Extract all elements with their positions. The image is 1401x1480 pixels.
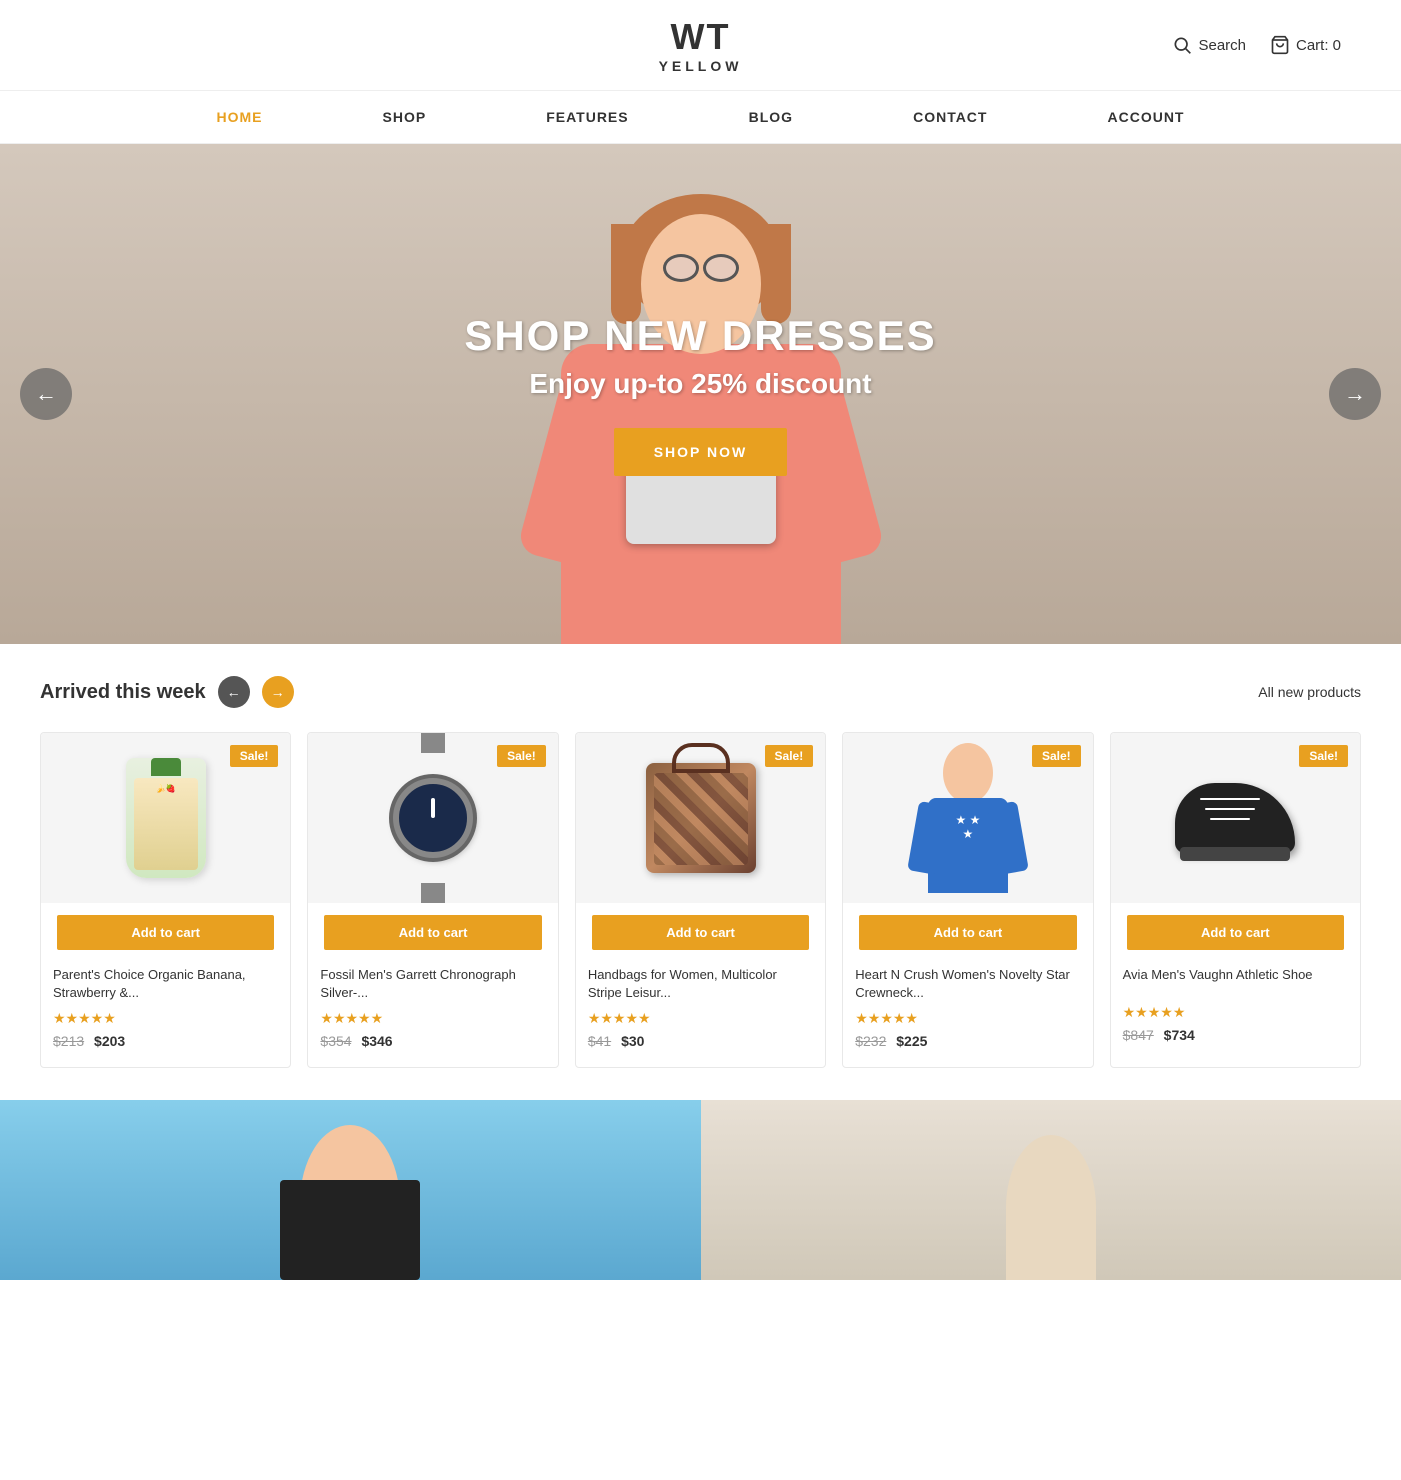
- price-old-2: $354: [320, 1033, 351, 1049]
- price-old-4: $232: [855, 1033, 886, 1049]
- product-card-4: ★ ★★ Sale! Add to cart Heart N Crush Wom…: [842, 732, 1093, 1068]
- product-card-3: Sale! Add to cart Handbags for Women, Mu…: [575, 732, 826, 1068]
- products-grid: 🍌🍓 Sale! Add to cart Parent's Choice Org…: [40, 732, 1361, 1068]
- nav-item-home[interactable]: HOME: [217, 109, 263, 125]
- watch-image: [383, 753, 483, 883]
- product-image-5: Sale!: [1111, 733, 1360, 903]
- banner-left: [0, 1100, 701, 1280]
- food-pouch-image: 🍌🍓: [126, 758, 206, 878]
- cart-icon: [1270, 35, 1290, 55]
- products-section: Arrived this week ← → All new products 🍌…: [0, 644, 1401, 1100]
- search-label: Search: [1198, 37, 1246, 54]
- watch-band-bottom: [421, 883, 445, 903]
- products-scroll-next[interactable]: →: [262, 676, 294, 708]
- product-stars-2: ★★★★★: [308, 1006, 557, 1031]
- nav-item-shop[interactable]: SHOP: [383, 109, 427, 125]
- product-price-2: $354 $346: [308, 1031, 557, 1051]
- logo: WT YELLOW: [659, 16, 743, 74]
- hero-title: SHOP NEW DRESSES: [464, 312, 936, 360]
- product-card-1: 🍌🍓 Sale! Add to cart Parent's Choice Org…: [40, 732, 291, 1068]
- shoe-image: [1175, 783, 1295, 853]
- watch-face: [393, 778, 473, 858]
- price-new-5: $734: [1164, 1027, 1195, 1043]
- price-new-3: $30: [621, 1033, 644, 1049]
- add-to-cart-button-5[interactable]: Add to cart: [1127, 915, 1344, 950]
- nav-item-features[interactable]: FEATURES: [546, 109, 628, 125]
- add-to-cart-button-3[interactable]: Add to cart: [592, 915, 809, 950]
- watch-band-top: [421, 733, 445, 753]
- price-old-5: $847: [1123, 1027, 1154, 1043]
- product-image-3: Sale!: [576, 733, 825, 903]
- main-nav: HOME SHOP FEATURES BLOG CONTACT ACCOUNT: [0, 91, 1401, 144]
- product-image-4: ★ ★★ Sale!: [843, 733, 1092, 903]
- hero-subtitle: Enjoy up-to 25% discount: [464, 368, 936, 400]
- product-stars-5: ★★★★★: [1111, 1000, 1360, 1025]
- add-to-cart-button-2[interactable]: Add to cart: [324, 915, 541, 950]
- products-header: Arrived this week ← → All new products: [40, 676, 1361, 708]
- logo-sub: YELLOW: [659, 58, 743, 74]
- hero-content: SHOP NEW DRESSES Enjoy up-to 25% discoun…: [464, 312, 936, 476]
- all-new-products-link[interactable]: All new products: [1258, 684, 1361, 700]
- sale-badge-2: Sale!: [497, 745, 546, 767]
- price-old-1: $213: [53, 1033, 84, 1049]
- sale-badge-4: Sale!: [1032, 745, 1081, 767]
- sale-badge-5: Sale!: [1299, 745, 1348, 767]
- product-name-1: Parent's Choice Organic Banana, Strawber…: [41, 962, 290, 1006]
- product-image-1: 🍌🍓 Sale!: [41, 733, 290, 903]
- search-button[interactable]: Search: [1172, 35, 1246, 55]
- sale-badge-3: Sale!: [765, 745, 814, 767]
- add-to-cart-button-1[interactable]: Add to cart: [57, 915, 274, 950]
- products-header-left: Arrived this week ← →: [40, 676, 294, 708]
- scroll-prev-icon: ←: [227, 684, 241, 700]
- products-scroll-prev[interactable]: ←: [218, 676, 250, 708]
- hero-prev-button[interactable]: ←: [20, 368, 72, 420]
- sweater-image: ★ ★★: [928, 743, 1008, 893]
- nav-item-account[interactable]: ACCOUNT: [1107, 109, 1184, 125]
- product-name-2: Fossil Men's Garrett Chronograph Silver-…: [308, 962, 557, 1006]
- price-old-3: $41: [588, 1033, 611, 1049]
- cart-label: Cart: 0: [1296, 37, 1341, 54]
- product-stars-3: ★★★★★: [576, 1006, 825, 1031]
- hero-banner: ← SHOP NEW DRESSES Enjoy up-to 25% disco…: [0, 144, 1401, 644]
- logo-top: WT: [671, 16, 731, 58]
- section-title: Arrived this week: [40, 681, 206, 704]
- nav-item-contact[interactable]: CONTACT: [913, 109, 987, 125]
- bag-image: [646, 763, 756, 873]
- banner-right: [701, 1100, 1401, 1280]
- price-new-2: $346: [361, 1033, 392, 1049]
- product-name-3: Handbags for Women, Multicolor Stripe Le…: [576, 962, 825, 1006]
- product-stars-1: ★★★★★: [41, 1006, 290, 1031]
- sale-badge-1: Sale!: [230, 745, 279, 767]
- add-to-cart-button-4[interactable]: Add to cart: [859, 915, 1076, 950]
- product-stars-4: ★★★★★: [843, 1006, 1092, 1031]
- bottom-banners: [0, 1100, 1401, 1280]
- product-name-5: Avia Men's Vaughn Athletic Shoe: [1111, 962, 1360, 1000]
- price-new-4: $225: [896, 1033, 927, 1049]
- hero-shop-now-button[interactable]: SHOP NOW: [614, 428, 788, 476]
- hero-next-icon: →: [1344, 381, 1366, 407]
- nav-item-blog[interactable]: BLOG: [749, 109, 793, 125]
- product-card-2: Sale! Add to cart Fossil Men's Garrett C…: [307, 732, 558, 1068]
- search-icon: [1172, 35, 1192, 55]
- product-price-5: $847 $734: [1111, 1025, 1360, 1045]
- hero-next-button[interactable]: →: [1329, 368, 1381, 420]
- scroll-next-icon: →: [271, 684, 285, 700]
- cart-button[interactable]: Cart: 0: [1270, 35, 1341, 55]
- product-price-3: $41 $30: [576, 1031, 825, 1051]
- product-image-2: Sale!: [308, 733, 557, 903]
- product-price-4: $232 $225: [843, 1031, 1092, 1051]
- product-name-4: Heart N Crush Women's Novelty Star Crewn…: [843, 962, 1092, 1006]
- header: WT YELLOW Search Cart: 0: [0, 0, 1401, 91]
- product-card-5: Sale! Add to cart Avia Men's Vaughn Athl…: [1110, 732, 1361, 1068]
- price-new-1: $203: [94, 1033, 125, 1049]
- product-price-1: $213 $203: [41, 1031, 290, 1051]
- hero-prev-icon: ←: [35, 381, 57, 407]
